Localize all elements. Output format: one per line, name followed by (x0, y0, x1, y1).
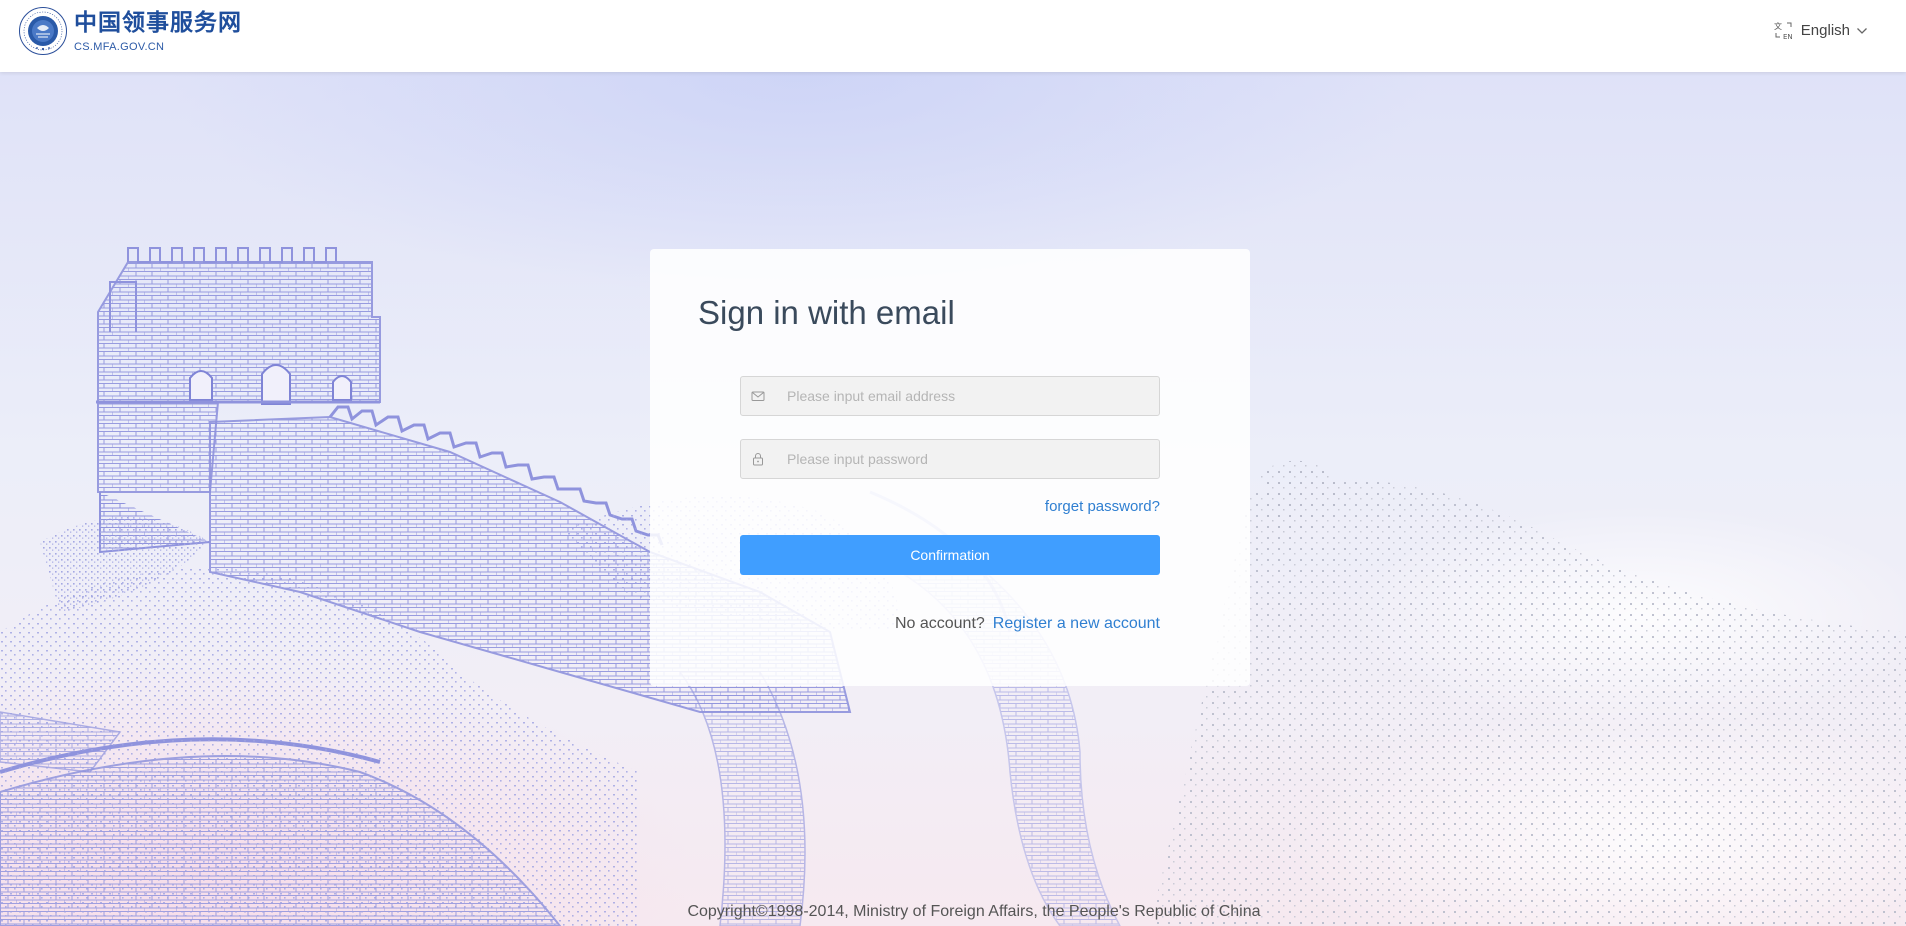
email-field[interactable] (740, 376, 1160, 416)
site-domain: CS.MFA.GOV.CN (74, 41, 165, 53)
consular-seal-logo (19, 7, 67, 55)
password-field[interactable] (740, 439, 1160, 479)
forget-password-link[interactable]: forget password? (1045, 497, 1160, 517)
login-card: Sign in with email forget password? Conf… (650, 249, 1250, 686)
chevron-down-icon (1857, 28, 1867, 34)
svg-text:EN: EN (1783, 33, 1793, 41)
site-name-cn: 中国领事服务网 (74, 9, 242, 36)
footer: Copyright©1998-2014, Ministry of Foreign… (0, 890, 1906, 926)
svg-text:文: 文 (1774, 21, 1782, 31)
language-label: English (1800, 22, 1850, 39)
mail-icon (751, 391, 765, 401)
confirmation-button[interactable]: Confirmation (740, 535, 1160, 575)
login-title: Sign in with email (698, 294, 955, 331)
language-selector[interactable]: 文 EN English (1773, 20, 1868, 42)
password-input[interactable] (787, 441, 1147, 477)
email-input[interactable] (787, 378, 1147, 414)
top-header: 中国领事服务网 CS.MFA.GOV.CN 文 EN English (0, 0, 1906, 72)
copyright-text: Copyright©1998-2014, Ministry of Foreign… (687, 903, 1261, 920)
translate-icon: 文 EN (1774, 21, 1793, 41)
register-link[interactable]: Register a new account (993, 615, 1160, 632)
site-logo[interactable]: 中国领事服务网 CS.MFA.GOV.CN (18, 6, 242, 56)
no-account-text: No account? (894, 615, 985, 632)
logo-text: 中国领事服务网 CS.MFA.GOV.CN (74, 8, 242, 54)
register-row: No account? Register a new account (895, 613, 1160, 635)
lock-icon (753, 453, 763, 466)
